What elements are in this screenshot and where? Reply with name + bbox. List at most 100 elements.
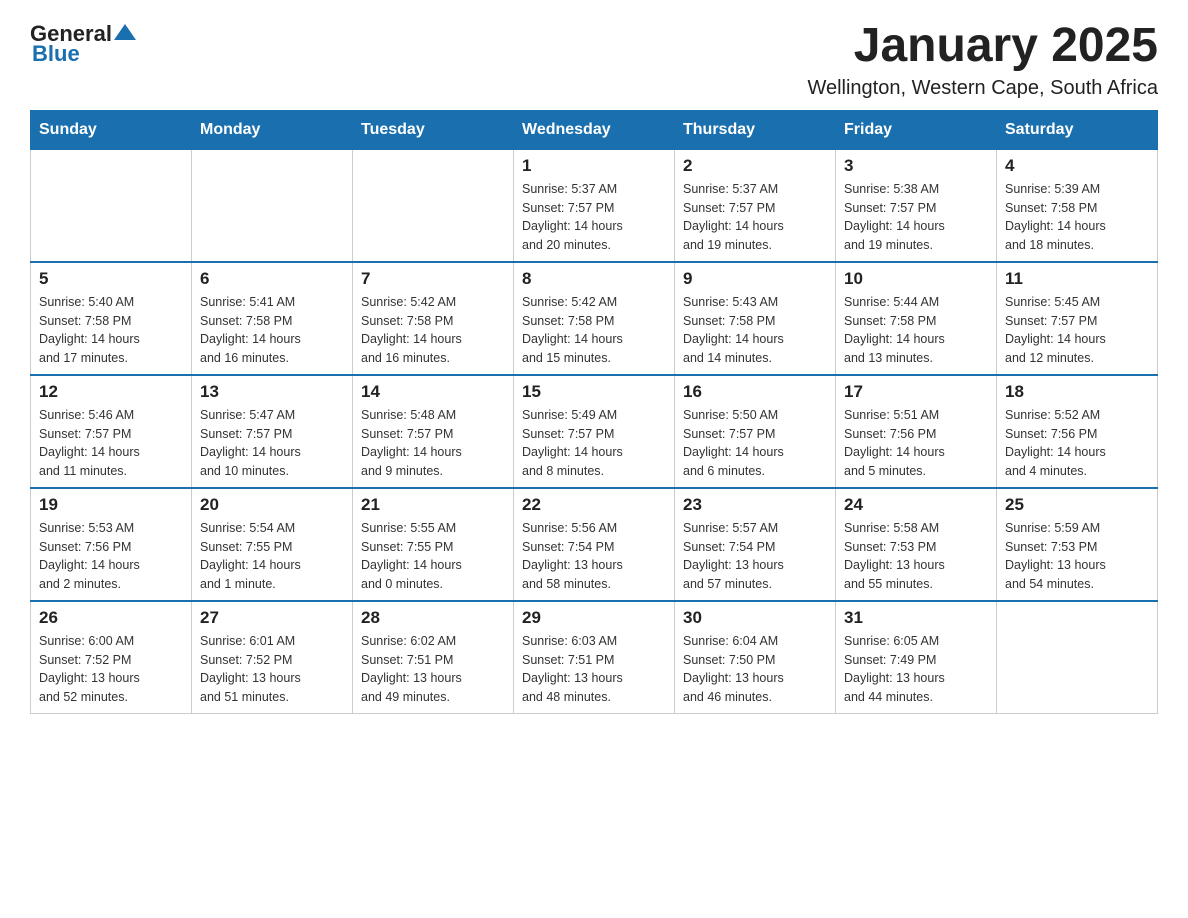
day-info: Sunrise: 5:56 AM Sunset: 7:54 PM Dayligh… <box>522 519 666 594</box>
logo-blue-text: Blue <box>32 41 80 67</box>
day-info: Sunrise: 5:48 AM Sunset: 7:57 PM Dayligh… <box>361 406 505 481</box>
day-info: Sunrise: 5:45 AM Sunset: 7:57 PM Dayligh… <box>1005 293 1149 368</box>
day-number: 15 <box>522 382 666 402</box>
day-number: 11 <box>1005 269 1149 289</box>
day-number: 1 <box>522 156 666 176</box>
calendar-day-cell: 18 Sunrise: 5:52 AM Sunset: 7:56 PM Dayli… <box>997 375 1158 488</box>
calendar-day-cell: 5 Sunrise: 5:40 AM Sunset: 7:58 PM Daylig… <box>31 262 192 375</box>
day-info: Sunrise: 6:05 AM Sunset: 7:49 PM Dayligh… <box>844 632 988 707</box>
day-info: Sunrise: 5:52 AM Sunset: 7:56 PM Dayligh… <box>1005 406 1149 481</box>
header-cell-tuesday: Tuesday <box>353 110 514 149</box>
day-number: 6 <box>200 269 344 289</box>
day-info: Sunrise: 5:57 AM Sunset: 7:54 PM Dayligh… <box>683 519 827 594</box>
day-info: Sunrise: 5:37 AM Sunset: 7:57 PM Dayligh… <box>522 180 666 255</box>
day-number: 16 <box>683 382 827 402</box>
calendar-day-cell: 26 Sunrise: 6:00 AM Sunset: 7:52 PM Dayli… <box>31 601 192 714</box>
day-info: Sunrise: 5:44 AM Sunset: 7:58 PM Dayligh… <box>844 293 988 368</box>
day-number: 10 <box>844 269 988 289</box>
header-cell-saturday: Saturday <box>997 110 1158 149</box>
calendar-day-cell: 16 Sunrise: 5:50 AM Sunset: 7:57 PM Dayli… <box>675 375 836 488</box>
day-info: Sunrise: 5:51 AM Sunset: 7:56 PM Dayligh… <box>844 406 988 481</box>
day-info: Sunrise: 5:54 AM Sunset: 7:55 PM Dayligh… <box>200 519 344 594</box>
day-number: 31 <box>844 608 988 628</box>
day-number: 21 <box>361 495 505 515</box>
day-number: 27 <box>200 608 344 628</box>
day-info: Sunrise: 5:38 AM Sunset: 7:57 PM Dayligh… <box>844 180 988 255</box>
day-number: 20 <box>200 495 344 515</box>
calendar-day-cell: 4Sunrise: 5:39 AM Sunset: 7:58 PM Daylig… <box>997 149 1158 262</box>
day-info: Sunrise: 5:47 AM Sunset: 7:57 PM Dayligh… <box>200 406 344 481</box>
day-number: 9 <box>683 269 827 289</box>
day-info: Sunrise: 5:41 AM Sunset: 7:58 PM Dayligh… <box>200 293 344 368</box>
calendar-week-row: 5 Sunrise: 5:40 AM Sunset: 7:58 PM Daylig… <box>31 262 1158 375</box>
calendar-week-row: 26 Sunrise: 6:00 AM Sunset: 7:52 PM Dayli… <box>31 601 1158 714</box>
calendar-day-cell: 22 Sunrise: 5:56 AM Sunset: 7:54 PM Dayli… <box>514 488 675 601</box>
calendar-day-cell: 12Sunrise: 5:46 AM Sunset: 7:57 PM Dayli… <box>31 375 192 488</box>
logo-triangle-icon <box>114 22 136 42</box>
day-info: Sunrise: 5:49 AM Sunset: 7:57 PM Dayligh… <box>522 406 666 481</box>
calendar-day-cell: 13Sunrise: 5:47 AM Sunset: 7:57 PM Dayli… <box>192 375 353 488</box>
day-number: 30 <box>683 608 827 628</box>
day-number: 14 <box>361 382 505 402</box>
day-number: 5 <box>39 269 183 289</box>
calendar-day-cell: 7 Sunrise: 5:42 AM Sunset: 7:58 PM Daylig… <box>353 262 514 375</box>
calendar-day-cell: 29Sunrise: 6:03 AM Sunset: 7:51 PM Dayli… <box>514 601 675 714</box>
title-block: January 2025 Wellington, Western Cape, S… <box>807 20 1158 100</box>
page-header: General Blue January 2025 Wellington, We… <box>30 20 1158 100</box>
day-info: Sunrise: 5:50 AM Sunset: 7:57 PM Dayligh… <box>683 406 827 481</box>
calendar-day-cell: 25Sunrise: 5:59 AM Sunset: 7:53 PM Dayli… <box>997 488 1158 601</box>
header-cell-friday: Friday <box>836 110 997 149</box>
calendar-day-cell: 27 Sunrise: 6:01 AM Sunset: 7:52 PM Dayli… <box>192 601 353 714</box>
calendar-day-cell: 10 Sunrise: 5:44 AM Sunset: 7:58 PM Dayli… <box>836 262 997 375</box>
day-number: 25 <box>1005 495 1149 515</box>
day-number: 26 <box>39 608 183 628</box>
calendar-day-cell: 19 Sunrise: 5:53 AM Sunset: 7:56 PM Dayli… <box>31 488 192 601</box>
day-info: Sunrise: 6:00 AM Sunset: 7:52 PM Dayligh… <box>39 632 183 707</box>
calendar-day-cell: 15 Sunrise: 5:49 AM Sunset: 7:57 PM Dayli… <box>514 375 675 488</box>
calendar-day-cell: 24 Sunrise: 5:58 AM Sunset: 7:53 PM Dayli… <box>836 488 997 601</box>
day-number: 7 <box>361 269 505 289</box>
calendar-day-cell: 1 Sunrise: 5:37 AM Sunset: 7:57 PM Daylig… <box>514 149 675 262</box>
calendar-header-row: SundayMondayTuesdayWednesdayThursdayFrid… <box>31 110 1158 149</box>
calendar-week-row: 19 Sunrise: 5:53 AM Sunset: 7:56 PM Dayli… <box>31 488 1158 601</box>
calendar-day-cell: 23Sunrise: 5:57 AM Sunset: 7:54 PM Dayli… <box>675 488 836 601</box>
calendar-week-row: 1 Sunrise: 5:37 AM Sunset: 7:57 PM Daylig… <box>31 149 1158 262</box>
day-number: 22 <box>522 495 666 515</box>
day-info: Sunrise: 5:53 AM Sunset: 7:56 PM Dayligh… <box>39 519 183 594</box>
day-info: Sunrise: 5:58 AM Sunset: 7:53 PM Dayligh… <box>844 519 988 594</box>
day-number: 17 <box>844 382 988 402</box>
calendar-day-cell <box>31 149 192 262</box>
day-number: 29 <box>522 608 666 628</box>
calendar-day-cell: 11 Sunrise: 5:45 AM Sunset: 7:57 PM Dayli… <box>997 262 1158 375</box>
calendar-day-cell: 8Sunrise: 5:42 AM Sunset: 7:58 PM Daylig… <box>514 262 675 375</box>
day-info: Sunrise: 5:42 AM Sunset: 7:58 PM Dayligh… <box>361 293 505 368</box>
day-number: 18 <box>1005 382 1149 402</box>
calendar-day-cell: 17 Sunrise: 5:51 AM Sunset: 7:56 PM Dayli… <box>836 375 997 488</box>
calendar-day-cell: 2Sunrise: 5:37 AM Sunset: 7:57 PM Daylig… <box>675 149 836 262</box>
calendar-day-cell: 9 Sunrise: 5:43 AM Sunset: 7:58 PM Daylig… <box>675 262 836 375</box>
calendar-day-cell <box>192 149 353 262</box>
logo: General Blue <box>30 20 136 67</box>
day-info: Sunrise: 6:01 AM Sunset: 7:52 PM Dayligh… <box>200 632 344 707</box>
calendar-week-row: 12Sunrise: 5:46 AM Sunset: 7:57 PM Dayli… <box>31 375 1158 488</box>
calendar-day-cell: 28Sunrise: 6:02 AM Sunset: 7:51 PM Dayli… <box>353 601 514 714</box>
calendar-table: SundayMondayTuesdayWednesdayThursdayFrid… <box>30 110 1158 714</box>
calendar-day-cell: 14 Sunrise: 5:48 AM Sunset: 7:57 PM Dayli… <box>353 375 514 488</box>
calendar-title: January 2025 <box>807 20 1158 73</box>
day-info: Sunrise: 5:55 AM Sunset: 7:55 PM Dayligh… <box>361 519 505 594</box>
calendar-day-cell <box>353 149 514 262</box>
day-info: Sunrise: 5:43 AM Sunset: 7:58 PM Dayligh… <box>683 293 827 368</box>
header-cell-sunday: Sunday <box>31 110 192 149</box>
day-number: 3 <box>844 156 988 176</box>
calendar-day-cell: 6 Sunrise: 5:41 AM Sunset: 7:58 PM Daylig… <box>192 262 353 375</box>
day-number: 24 <box>844 495 988 515</box>
day-info: Sunrise: 5:42 AM Sunset: 7:58 PM Dayligh… <box>522 293 666 368</box>
header-cell-wednesday: Wednesday <box>514 110 675 149</box>
day-info: Sunrise: 5:39 AM Sunset: 7:58 PM Dayligh… <box>1005 180 1149 255</box>
day-number: 28 <box>361 608 505 628</box>
day-number: 12 <box>39 382 183 402</box>
day-info: Sunrise: 5:40 AM Sunset: 7:58 PM Dayligh… <box>39 293 183 368</box>
day-number: 19 <box>39 495 183 515</box>
calendar-day-cell: 30Sunrise: 6:04 AM Sunset: 7:50 PM Dayli… <box>675 601 836 714</box>
header-cell-thursday: Thursday <box>675 110 836 149</box>
